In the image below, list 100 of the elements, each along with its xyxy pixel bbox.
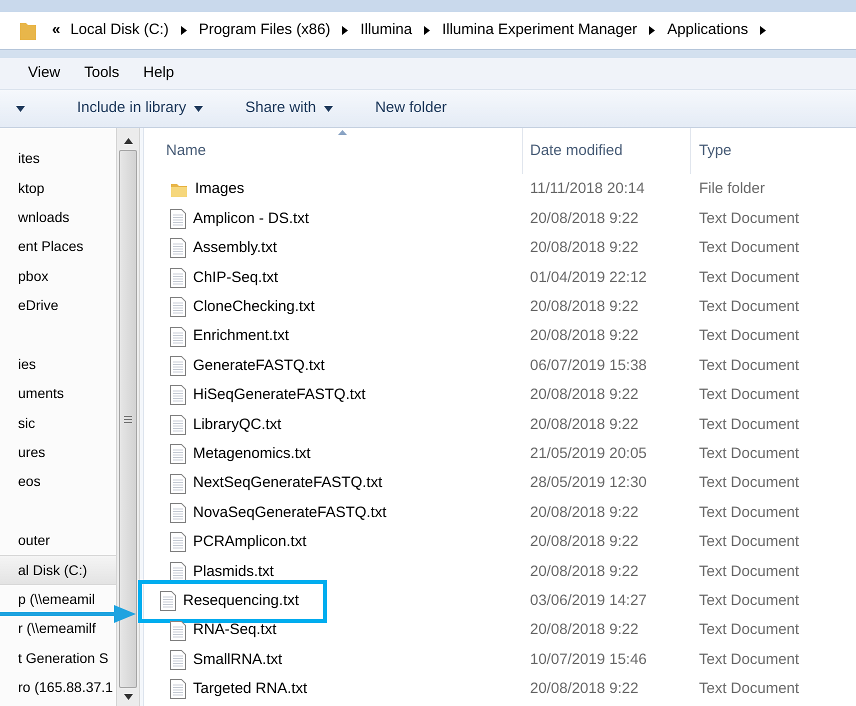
- table-cell-text: Text Document: [698, 356, 800, 376]
- table-cell-text: 20/08/2018 9:22: [529, 385, 640, 406]
- document-icon: [170, 444, 186, 464]
- file-name[interactable]: Enrichment.txt: [152, 325, 313, 348]
- table-cell-text: Text Document: [698, 620, 800, 640]
- nav-item[interactable]: ures: [0, 444, 46, 462]
- table-cell-text: 20/08/2018 9:22: [529, 326, 640, 346]
- table-cell-text: Text Document: [698, 444, 800, 464]
- table-cell-text: Text Document: [698, 208, 800, 229]
- toolbar-button[interactable]: Share with: [235, 97, 344, 120]
- document-icon: [170, 620, 186, 641]
- nav-item[interactable]: ies: [0, 356, 36, 373]
- scrollbar[interactable]: [116, 128, 140, 706]
- file-name[interactable]: NextSeqGenerateFASTQ.txt: [152, 472, 406, 495]
- nav-item[interactable]: outer: [0, 532, 50, 550]
- file-name[interactable]: LibraryQC.txt: [152, 414, 306, 436]
- overflow-chevron[interactable]: «: [52, 19, 60, 42]
- menu-item[interactable]: View: [28, 62, 60, 85]
- document-icon: [170, 297, 186, 318]
- nav-item[interactable]: ent Places: [0, 238, 84, 256]
- folder-icon: [170, 182, 188, 198]
- table-cell-text: 20/08/2018 9:22: [529, 562, 640, 582]
- scroll-down-icon[interactable]: [124, 694, 132, 700]
- table-cell-text: 20/08/2018 9:22: [529, 679, 640, 700]
- chevron-icon: [760, 26, 766, 35]
- file-name[interactable]: Resequencing.txt: [138, 580, 327, 623]
- nav-item[interactable]: sic: [0, 414, 36, 432]
- document-icon: [170, 238, 186, 258]
- breadcrumb-item[interactable]: Applications: [667, 19, 748, 42]
- document-icon: [170, 326, 186, 347]
- file-name[interactable]: Images: [152, 178, 268, 201]
- table-cell-text: Text Document: [698, 590, 800, 611]
- table-cell-text: 20/08/2018 9:22: [529, 414, 640, 435]
- file-name[interactable]: Metagenomics.txt: [152, 442, 335, 466]
- chevron-icon: [180, 26, 187, 35]
- nav-item[interactable]: ro (165.88.37.1: [0, 679, 113, 696]
- menu-item[interactable]: Tools: [84, 62, 120, 85]
- scroll-up-icon[interactable]: [124, 138, 132, 144]
- document-icon: [170, 650, 186, 670]
- nav-item[interactable]: p (\\emeamil: [0, 591, 96, 608]
- table-cell-text: Text Document: [698, 414, 800, 435]
- scroll-thumb[interactable]: [119, 150, 137, 688]
- nav-item[interactable]: uments: [0, 385, 64, 402]
- table-cell-text: 20/08/2018 9:22: [529, 238, 640, 258]
- file-name[interactable]: HiSeqGenerateFASTQ.txt: [152, 384, 390, 407]
- file-name[interactable]: Amplicon - DS.txt: [152, 208, 333, 230]
- breadcrumb-item[interactable]: Program Files (x86): [198, 19, 330, 42]
- table-cell-text: 20/08/2018 9:22: [529, 502, 640, 523]
- nav-item[interactable]: ktop: [0, 180, 44, 197]
- column-header[interactable]: Date modified: [523, 128, 691, 174]
- nav-item[interactable]: al Disk (C:): [0, 555, 116, 585]
- table-cell-text: 20/08/2018 9:22: [529, 208, 640, 229]
- menu-item[interactable]: Help: [143, 62, 174, 85]
- file-name[interactable]: PCRAmplicon.txt: [152, 531, 330, 554]
- document-icon: [160, 591, 176, 612]
- document-icon: [170, 532, 186, 552]
- table-cell-text: Text Document: [698, 268, 800, 288]
- nav-item[interactable]: wnloads: [0, 208, 70, 226]
- table-cell-text: 01/04/2019 22:12: [529, 268, 648, 288]
- nav-item[interactable]: ites: [0, 150, 40, 168]
- document-icon: [170, 268, 186, 288]
- nav-item[interactable]: t Generation S: [0, 650, 108, 667]
- nav-item[interactable]: eDrive: [0, 297, 58, 314]
- table-cell-text: 28/05/2019 12:30: [529, 473, 648, 494]
- caret-icon: [16, 106, 25, 112]
- table-cell-text: Text Document: [698, 532, 800, 552]
- table-cell-text: Text Document: [698, 650, 800, 670]
- table-cell-text: 03/06/2019 14:27: [529, 590, 648, 611]
- table-cell-text: File folder: [698, 179, 765, 200]
- file-name[interactable]: Assembly.txt: [152, 237, 301, 260]
- nav-item[interactable]: r (\\emeamilf: [0, 620, 96, 638]
- chevron-icon: [342, 26, 348, 35]
- table-cell-text: 20/08/2018 9:22: [529, 620, 640, 640]
- document-icon: [170, 414, 186, 435]
- breadcrumb-item[interactable]: Illumina Experiment Manager: [442, 19, 638, 42]
- caret-icon: [194, 106, 204, 112]
- file-name[interactable]: ChIP-Seq.txt: [152, 266, 302, 290]
- document-icon: [170, 474, 186, 494]
- file-name[interactable]: NovaSeqGenerateFASTQ.txt: [152, 502, 410, 524]
- table-cell-text: Text Document: [698, 385, 800, 406]
- file-name[interactable]: SmallRNA.txt: [152, 648, 306, 672]
- table-cell-text: Text Document: [698, 297, 800, 317]
- chevron-icon: [424, 26, 430, 35]
- breadcrumb-item[interactable]: Illumina: [360, 19, 412, 42]
- toolbar-button[interactable]: New folder: [365, 97, 457, 120]
- document-icon: [170, 679, 186, 700]
- nav-item[interactable]: eos: [0, 473, 41, 490]
- file-name[interactable]: Targeted RNA.txt: [152, 678, 332, 701]
- table-cell-text: Text Document: [698, 326, 800, 346]
- table-cell-text: 06/07/2019 15:38: [529, 356, 648, 376]
- table-cell-text: 10/07/2019 15:46: [529, 650, 648, 670]
- nav-item[interactable]: pbox: [0, 268, 48, 285]
- toolbar-button[interactable]: Include in library: [67, 97, 214, 120]
- document-icon: [170, 562, 186, 582]
- folder-icon: [20, 20, 36, 40]
- file-name[interactable]: GenerateFASTQ.txt: [152, 354, 349, 378]
- column-header[interactable]: Type: [691, 128, 856, 174]
- breadcrumb-item[interactable]: Local Disk (C:): [70, 19, 169, 42]
- file-name[interactable]: CloneChecking.txt: [152, 296, 339, 318]
- table-cell-text: Text Document: [698, 679, 800, 700]
